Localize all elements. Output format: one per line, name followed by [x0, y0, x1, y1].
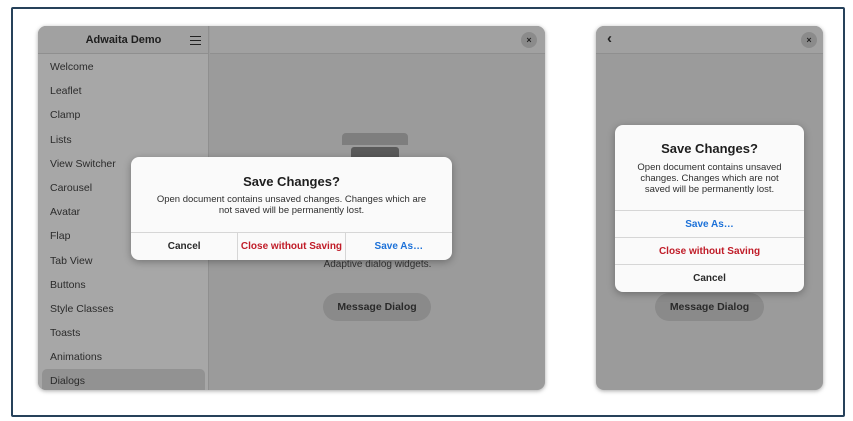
sidebar-item-style-classes[interactable]: Style Classes: [38, 297, 209, 321]
save-as-button[interactable]: Save As…: [615, 210, 804, 237]
dialog-actions: Cancel Close without Saving Save As…: [131, 232, 452, 260]
message-dialog-button[interactable]: Message Dialog: [655, 293, 764, 321]
page-description: Adaptive dialog widgets.: [323, 259, 432, 270]
content-header: ×: [210, 26, 545, 54]
app-title: Adwaita Demo: [85, 34, 162, 46]
sidebar-item-buttons[interactable]: Buttons: [38, 273, 209, 297]
dialog-body: Open document contains unsaved changes. …: [637, 162, 782, 195]
close-window-button[interactable]: ×: [801, 32, 817, 48]
close-without-saving-button[interactable]: Close without Saving: [237, 233, 344, 260]
sidebar-header: Adwaita Demo: [38, 26, 208, 54]
close-without-saving-button[interactable]: Close without Saving: [615, 237, 804, 264]
sidebar-item-leaflet[interactable]: Leaflet: [38, 79, 209, 103]
dialog-body: Open document contains unsaved changes. …: [156, 194, 427, 216]
dialog-heading: Save Changes?: [661, 141, 758, 156]
narrow-header: ‹ ×: [596, 26, 823, 54]
close-window-button[interactable]: ×: [521, 32, 537, 48]
sidebar-item-welcome[interactable]: Welcome: [38, 55, 209, 79]
sidebar-item-lists[interactable]: Lists: [38, 128, 209, 152]
sidebar-item-dialogs[interactable]: Dialogs: [42, 369, 205, 390]
sidebar-item-toasts[interactable]: Toasts: [38, 321, 209, 345]
save-changes-dialog-narrow: Save Changes? Open document contains uns…: [615, 125, 804, 292]
message-dialog-button[interactable]: Message Dialog: [323, 293, 431, 321]
back-arrow-icon[interactable]: ‹: [607, 31, 612, 47]
dialog-actions: Save As… Close without Saving Cancel: [615, 210, 804, 291]
cancel-button[interactable]: Cancel: [131, 233, 237, 260]
sidebar-item-clamp[interactable]: Clamp: [38, 103, 209, 127]
hamburger-menu-icon[interactable]: [190, 36, 201, 45]
dialog-heading: Save Changes?: [243, 174, 340, 189]
cancel-button[interactable]: Cancel: [615, 264, 804, 291]
save-changes-dialog-wide: Save Changes? Open document contains uns…: [131, 157, 452, 260]
illustration-top: [342, 133, 408, 145]
save-as-button[interactable]: Save As…: [344, 233, 452, 260]
sidebar-item-animations[interactable]: Animations: [38, 345, 209, 369]
